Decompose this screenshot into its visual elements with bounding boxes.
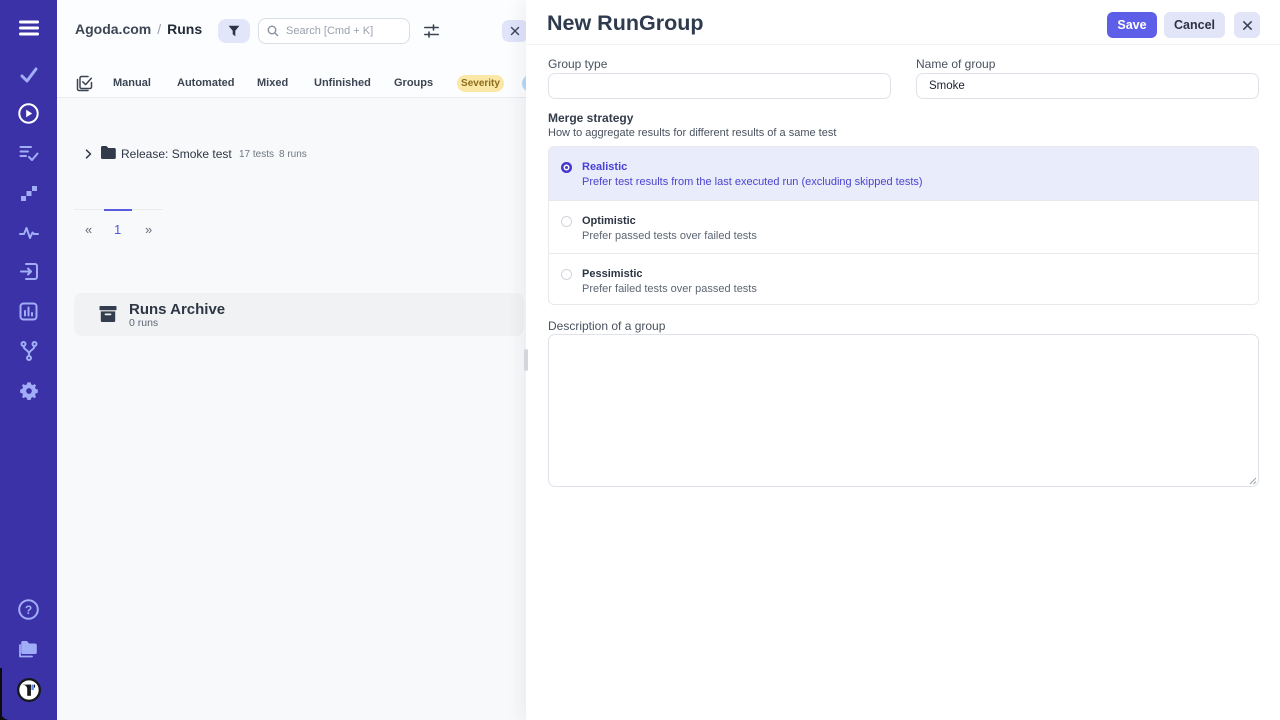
svg-text:?: ? (25, 603, 32, 617)
